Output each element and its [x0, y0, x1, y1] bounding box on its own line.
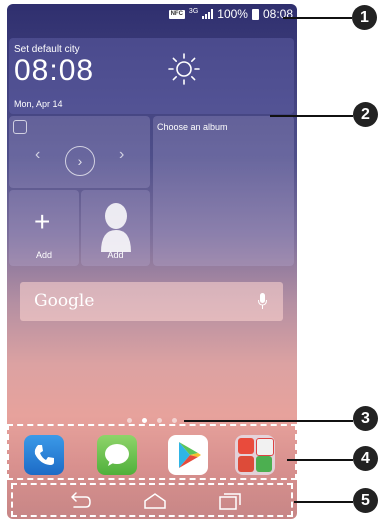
phone-home-screen: NFC 3G 100% 08:08 Set default city 08:08…	[7, 4, 297, 519]
callout-5: 5	[353, 488, 378, 513]
chrome-icon	[238, 438, 254, 454]
clock-date: Mon, Apr 14	[14, 99, 63, 109]
callout-line-5	[294, 501, 353, 503]
clock-time[interactable]: 08:08	[14, 54, 94, 88]
speech-bubble-icon	[105, 444, 129, 466]
messaging-app-icon[interactable]	[97, 435, 137, 475]
battery-icon	[251, 8, 259, 20]
home-icon[interactable]	[143, 492, 167, 510]
previous-icon[interactable]: ‹	[35, 146, 40, 164]
recent-apps-icon[interactable]	[218, 492, 242, 510]
page-dot	[157, 418, 162, 423]
photo-album-widget[interactable]: Choose an album	[153, 116, 294, 266]
callout-1: 1	[352, 5, 377, 30]
add-label: Add	[107, 250, 124, 260]
plus-icon: +	[34, 206, 51, 237]
callout-line-1	[283, 17, 352, 19]
add-contact-widget[interactable]: + Add	[9, 190, 79, 266]
callout-3: 3	[353, 406, 378, 431]
add-contact-avatar-widget[interactable]: Add	[81, 190, 150, 266]
phone-handset-icon	[34, 445, 54, 465]
callout-2: 2	[353, 102, 378, 127]
maps-icon	[256, 456, 272, 472]
weather-clock-widget[interactable]: Set default city 08:08 Mon, Apr 14	[9, 38, 294, 114]
back-icon[interactable]	[68, 492, 92, 510]
callout-line-3	[184, 420, 353, 422]
phone-app-icon[interactable]	[24, 435, 64, 475]
callout-line-2	[270, 115, 353, 117]
navigation-bar	[11, 483, 293, 517]
play-store-app-icon[interactable]	[168, 435, 208, 475]
music-widget-icon	[13, 120, 27, 134]
music-widget[interactable]: ‹ › ›	[9, 116, 150, 188]
status-bar[interactable]: NFC 3G 100% 08:08	[7, 4, 297, 28]
google-logo: Google	[34, 291, 95, 311]
network-type-label: 3G	[188, 7, 199, 15]
album-prompt: Choose an album	[157, 122, 228, 132]
signal-icon	[202, 9, 214, 19]
google-plus-icon	[238, 456, 254, 472]
play-store-icon	[179, 442, 201, 468]
add-label: Add	[35, 250, 52, 260]
nfc-icon: NFC	[168, 9, 185, 19]
play-button[interactable]: ›	[65, 146, 95, 176]
page-dot	[172, 418, 177, 423]
gmail-icon	[256, 438, 274, 456]
callout-line-4	[287, 459, 353, 461]
status-indicators: NFC 3G 100% 08:08	[168, 7, 293, 21]
person-silhouette-icon	[101, 203, 131, 252]
page-dot	[127, 418, 132, 423]
page-dot-active	[142, 418, 147, 423]
sun-icon	[168, 53, 200, 85]
microphone-icon[interactable]	[258, 293, 267, 310]
battery-percent: 100%	[217, 7, 248, 21]
google-apps-folder[interactable]	[235, 435, 275, 475]
google-search-bar[interactable]: Google	[20, 282, 283, 321]
callout-4: 4	[353, 446, 378, 471]
next-icon[interactable]: ›	[119, 146, 124, 164]
